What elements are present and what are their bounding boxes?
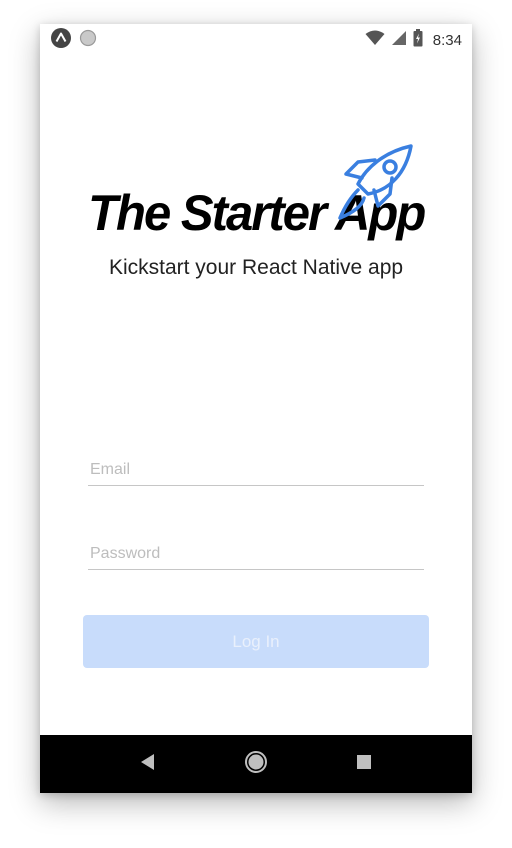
circle-notification-icon	[79, 29, 97, 52]
back-button[interactable]	[118, 735, 178, 793]
login-button[interactable]: Log In	[83, 615, 429, 668]
home-icon	[244, 750, 268, 779]
recents-icon	[356, 754, 372, 775]
status-time: 8:34	[432, 31, 462, 49]
rocket-icon	[332, 138, 422, 227]
status-indicators: 8:34	[365, 28, 462, 52]
status-notifications	[51, 27, 97, 53]
status-bar: 8:34	[40, 24, 472, 56]
hero-section: The Starter App Kickstart your React Nat…	[40, 144, 472, 284]
screen: 8:34 The Starter App Kickstart your Reac…	[0, 0, 512, 848]
email-field[interactable]	[88, 454, 424, 486]
back-icon	[140, 753, 156, 776]
navigation-bar	[40, 735, 472, 793]
password-field[interactable]	[88, 538, 424, 570]
wifi-icon	[365, 30, 385, 51]
phone-frame: 8:34 The Starter App Kickstart your Reac…	[40, 24, 472, 793]
home-button[interactable]	[226, 735, 286, 793]
battery-icon	[413, 28, 423, 52]
recents-button[interactable]	[334, 735, 394, 793]
app-subtitle: Kickstart your React Native app	[108, 256, 404, 279]
signal-icon	[391, 30, 407, 51]
app-notification-icon	[51, 27, 71, 53]
